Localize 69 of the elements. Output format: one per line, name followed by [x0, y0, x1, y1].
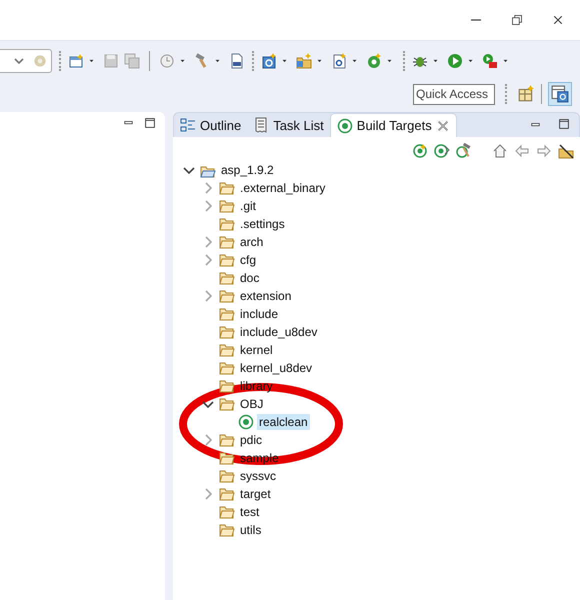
tree-item[interactable]: realclean	[257, 414, 310, 430]
folder-icon	[219, 198, 235, 214]
new-folder-icon[interactable]	[296, 52, 312, 68]
folder-icon	[219, 450, 235, 466]
back-icon[interactable]	[514, 143, 530, 159]
folder-icon	[219, 180, 235, 196]
folder-icon	[219, 522, 235, 538]
tree-item[interactable]: test	[238, 504, 262, 520]
refresh-icon[interactable]	[366, 52, 382, 68]
tree-item[interactable]: pdic	[238, 432, 264, 448]
folder-icon	[219, 342, 235, 358]
open-perspective-icon[interactable]	[517, 85, 535, 103]
folder-icon	[219, 306, 235, 322]
tree-item[interactable]: .git	[238, 198, 258, 214]
folder-icon	[219, 324, 235, 340]
tree-item[interactable]: asp_1.9.2	[219, 162, 276, 178]
tree-item[interactable]: .settings	[238, 216, 287, 232]
tree-item[interactable]: doc	[238, 270, 262, 286]
run-icon[interactable]	[447, 52, 463, 68]
tree-item[interactable]: kernel	[238, 342, 275, 358]
new-file-icon[interactable]	[331, 52, 347, 68]
build-target-icon[interactable]	[412, 143, 428, 159]
folder-icon	[219, 288, 235, 304]
tree-item[interactable]: arch	[238, 234, 266, 250]
tree-item[interactable]: syssvc	[238, 468, 278, 484]
view-tab[interactable]: Task List	[247, 113, 330, 137]
tree-item[interactable]: kernel_u8dev	[238, 360, 314, 376]
new-class-icon[interactable]	[261, 52, 277, 68]
build-target-icon[interactable]	[434, 143, 450, 159]
tree-item[interactable]: extension	[238, 288, 294, 304]
folder-icon	[219, 252, 235, 268]
tree-item[interactable]: utils	[238, 522, 264, 538]
maximize-icon[interactable]	[143, 116, 157, 130]
quick-access-field[interactable]: Quick Access	[413, 84, 495, 104]
outline-icon	[180, 117, 196, 133]
task-list-icon	[253, 117, 270, 133]
tree-item[interactable]: cfg	[238, 252, 258, 268]
c-perspective-icon	[551, 85, 569, 103]
tree-item[interactable]: OBJ	[238, 396, 266, 412]
tree-item[interactable]: library	[238, 378, 275, 394]
target-icon	[238, 414, 254, 430]
target-icon	[336, 118, 353, 134]
folder-icon	[219, 396, 235, 412]
folder-icon	[219, 270, 235, 286]
folder-icon	[219, 216, 235, 232]
tree-item[interactable]: include_u8dev	[238, 324, 320, 340]
folder-icon	[219, 504, 235, 520]
tree-item[interactable]: include	[238, 306, 280, 322]
tree-item[interactable]: .external_binary	[238, 180, 328, 196]
build-hammer-icon[interactable]	[456, 143, 472, 159]
folder-icon	[219, 234, 235, 250]
perspective-button[interactable]	[548, 82, 572, 106]
hide-folder-icon[interactable]	[558, 143, 574, 159]
view-tab[interactable]: Build Targets	[330, 113, 457, 137]
folder-icon	[219, 486, 235, 502]
folder-icon	[219, 378, 235, 394]
run-external-icon[interactable]	[482, 52, 498, 68]
maximize-icon[interactable]	[557, 117, 571, 131]
close-icon[interactable]	[552, 14, 564, 26]
forward-icon[interactable]	[536, 143, 552, 159]
restore-icon[interactable]	[511, 14, 523, 26]
folder-icon	[219, 432, 235, 448]
tree-item[interactable]: target	[238, 486, 273, 502]
new-window-icon[interactable]	[68, 52, 84, 68]
home-icon[interactable]	[492, 143, 508, 159]
folder-icon	[219, 468, 235, 484]
folder-icon	[219, 360, 235, 376]
binary-file-icon[interactable]	[229, 52, 245, 68]
view-tab[interactable]: Outline	[174, 113, 248, 137]
